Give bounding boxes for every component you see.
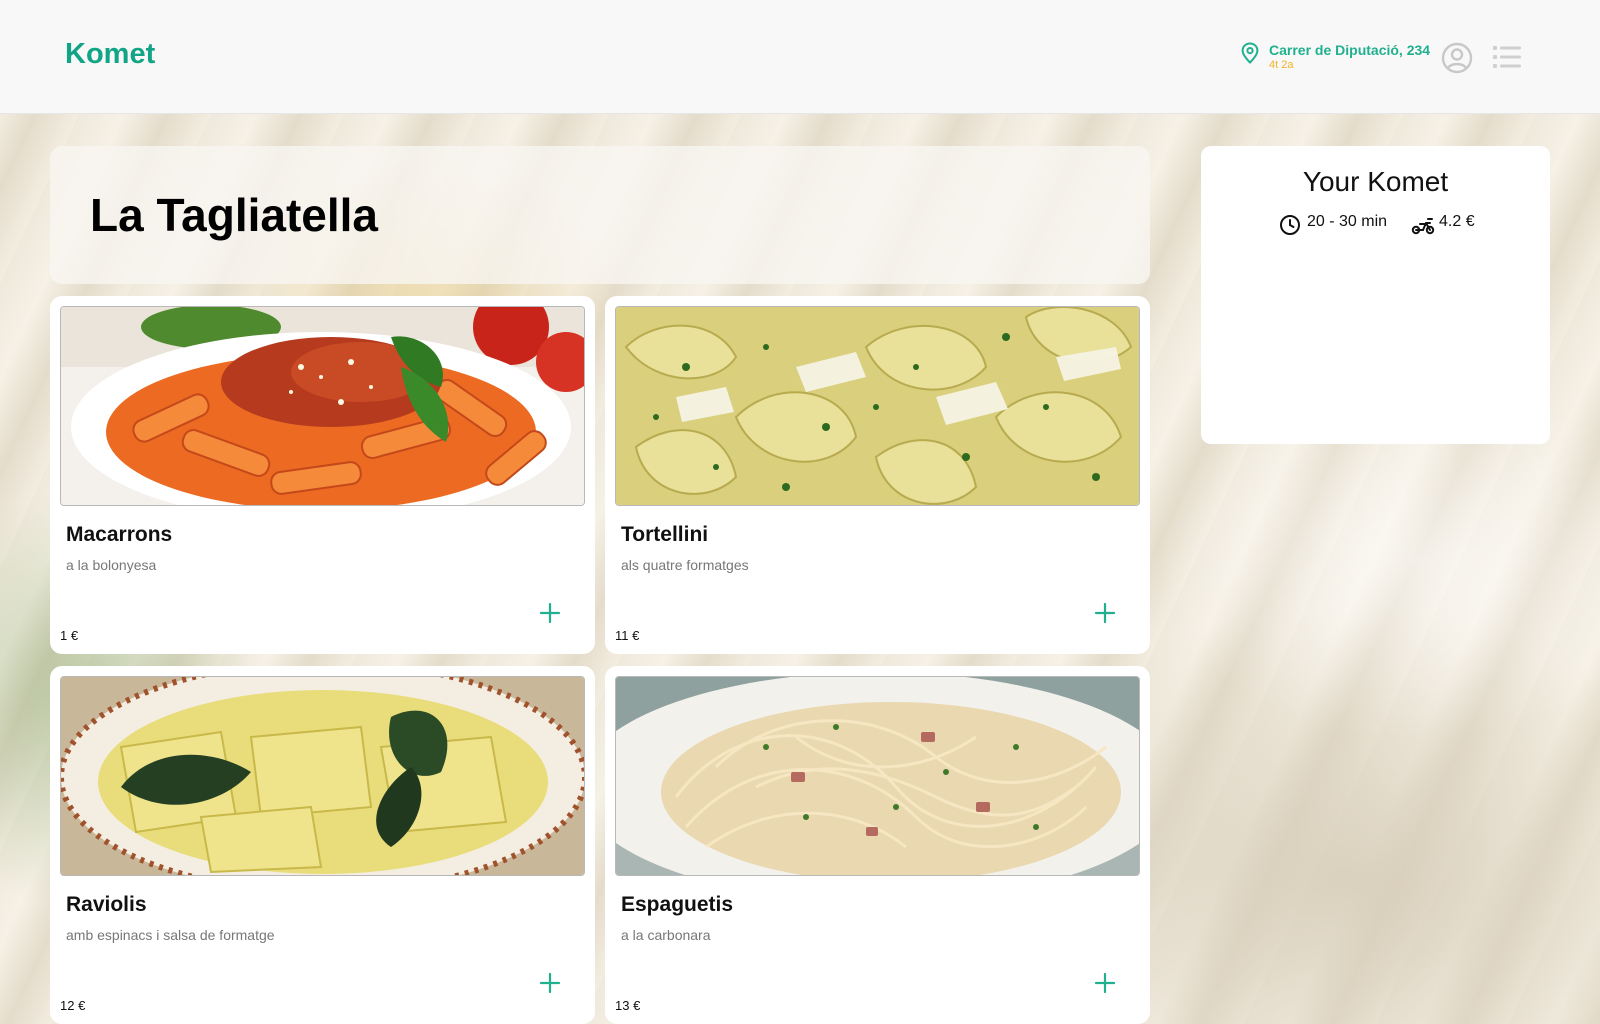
product-description: amb espinacs i salsa de formatge [66, 927, 275, 943]
cart-panel: Your Komet 20 - 30 min 4.2 € [1201, 146, 1550, 444]
komet-logo[interactable]: Komet [65, 38, 155, 71]
product-card-macarrons[interactable]: Macarrons a la bolonyesa 1 € [50, 296, 595, 654]
add-to-cart-plus-icon[interactable] [539, 602, 561, 624]
product-price: 11 € [615, 628, 640, 643]
product-card-tortellini[interactable]: Tortellini als quatre formatges 11 € [605, 296, 1150, 654]
cart-title: Your Komet [1302, 166, 1449, 197]
product-photo-espaguetis [615, 676, 1140, 876]
top-header: Komet Carrer de Diputació, 234 4t 2a [0, 0, 1600, 114]
product-name: Macarrons [66, 523, 173, 546]
product-description: als quatre formatges [621, 557, 749, 573]
product-name: Raviolis [66, 893, 147, 916]
restaurant-name: La Tagliatella [90, 189, 379, 241]
product-description: a la carbonara [621, 927, 711, 943]
add-to-cart-plus-icon[interactable] [539, 972, 561, 994]
product-name: Tortellini [621, 523, 709, 546]
list-menu-icon[interactable] [1492, 44, 1522, 70]
delivery-fee: 4.2 € [1439, 213, 1475, 230]
product-price: 12 € [60, 998, 86, 1013]
delivery-address[interactable]: Carrer de Diputació, 234 [1269, 42, 1430, 58]
product-description: a la bolonyesa [66, 557, 157, 573]
scooter-icon [1411, 218, 1435, 235]
product-name: Espaguetis [621, 893, 734, 916]
product-card-raviolis[interactable]: Raviolis amb espinacs i salsa de formatg… [50, 666, 595, 1024]
location-pin-icon[interactable] [1240, 42, 1260, 64]
add-to-cart-plus-icon[interactable] [1094, 602, 1116, 624]
clock-icon [1280, 215, 1300, 235]
delivery-address-detail: 4t 2a [1269, 59, 1294, 71]
product-photo-raviolis [60, 676, 585, 876]
product-price: 1 € [60, 628, 79, 643]
product-photo-tortellini [615, 306, 1140, 506]
product-photo-macarrons [60, 306, 585, 506]
user-circle-icon[interactable] [1441, 42, 1473, 74]
add-to-cart-plus-icon[interactable] [1094, 972, 1116, 994]
restaurant-header: La Tagliatella [50, 146, 1150, 284]
product-price: 13 € [615, 998, 641, 1013]
product-card-espaguetis[interactable]: Espaguetis a la carbonara 13 € [605, 666, 1150, 1024]
delivery-time: 20 - 30 min [1307, 213, 1388, 230]
